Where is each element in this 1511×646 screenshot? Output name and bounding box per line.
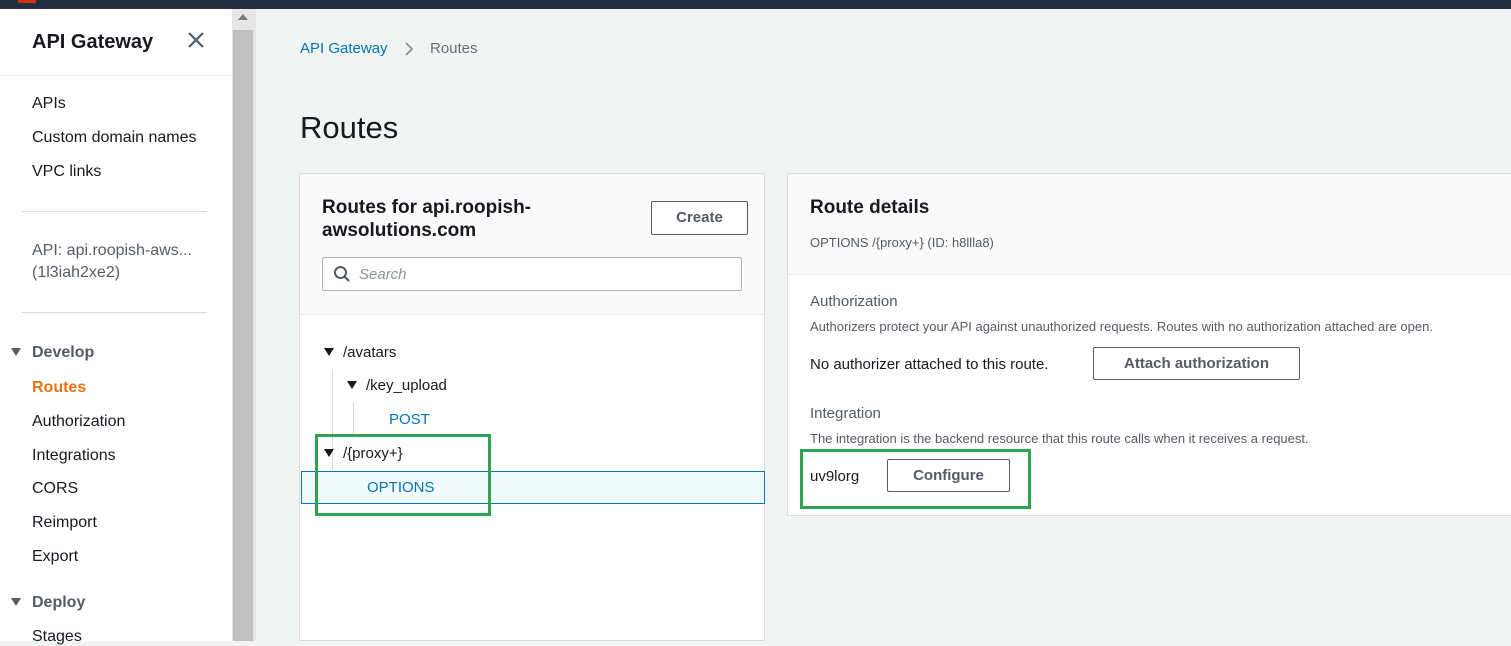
tree-method-options[interactable]: OPTIONS	[367, 479, 435, 496]
sidebar-item-integrations[interactable]: Integrations	[32, 447, 116, 465]
api-name: API: api.roopish-aws...	[32, 242, 193, 259]
route-details-header: Route details OPTIONS /{proxy+} (ID: h8l…	[788, 174, 1511, 275]
sidebar-divider	[22, 312, 207, 313]
api-id: (1l3iah2xe2)	[32, 264, 121, 281]
create-route-button[interactable]: Create	[651, 201, 748, 235]
authorization-status: No authorizer attached to this route.	[810, 356, 1049, 373]
routes-panel-title: Routes for api.roopish- awsolutions.com	[322, 196, 592, 242]
close-icon[interactable]	[185, 29, 207, 51]
routes-panel-header: Routes for api.roopish- awsolutions.com …	[300, 174, 764, 315]
sidebar-header: API Gateway	[0, 9, 232, 76]
sidebar-item-stages[interactable]: Stages	[32, 628, 82, 646]
tree-method-post[interactable]: POST	[389, 411, 430, 428]
caret-down-icon	[324, 449, 334, 458]
tree-node-label: /avatars	[343, 344, 397, 361]
scrollbar-thumb[interactable]	[233, 30, 253, 641]
caret-down-icon	[11, 347, 21, 356]
authorization-label: Authorization	[810, 293, 898, 310]
sidebar-item-export[interactable]: Export	[32, 548, 78, 566]
sidebar-item-cors[interactable]: CORS	[32, 480, 78, 498]
sidebar-item-routes[interactable]: Routes	[32, 379, 86, 397]
tree-node-label: /{proxy+}	[343, 445, 403, 462]
page-title: Routes	[300, 110, 399, 145]
sidebar-divider	[22, 211, 207, 212]
section-label: Develop	[32, 344, 95, 361]
configure-integration-button[interactable]: Configure	[887, 459, 1010, 492]
authorization-description: Authorizers protect your API against una…	[810, 319, 1433, 334]
tree-node-proxy[interactable]: /{proxy+}	[324, 445, 403, 462]
sidebar-api-selector[interactable]: API: api.roopish-aws... (1l3iah2xe2)	[32, 240, 192, 284]
caret-down-icon	[347, 381, 357, 390]
breadcrumb-current: Routes	[430, 40, 478, 57]
sidebar-item-vpc-links[interactable]: VPC links	[32, 163, 101, 181]
route-details-title: Route details	[810, 197, 930, 218]
integration-label: Integration	[810, 405, 881, 422]
sidebar-item-authorization[interactable]: Authorization	[32, 413, 125, 431]
route-details-subtitle: OPTIONS /{proxy+} (ID: h8llla8)	[810, 235, 994, 250]
search-icon	[334, 266, 350, 282]
aws-logo-icon[interactable]	[18, 0, 36, 3]
tree-node-label: /key_upload	[366, 377, 447, 394]
search-input[interactable]	[359, 264, 729, 284]
routes-panel: Routes for api.roopish- awsolutions.com …	[299, 173, 765, 641]
routes-title-line: awsolutions.com	[322, 220, 477, 241]
sidebar-item-apis[interactable]: APIs	[32, 95, 66, 113]
sidebar-title: API Gateway	[32, 31, 154, 53]
route-details-panel: Route details OPTIONS /{proxy+} (ID: h8l…	[787, 173, 1511, 516]
sidebar-section-deploy[interactable]: Deploy	[11, 594, 85, 612]
sidebar-item-custom-domain-names[interactable]: Custom domain names	[32, 129, 197, 147]
caret-down-icon	[324, 348, 334, 357]
attach-authorization-button[interactable]: Attach authorization	[1093, 347, 1300, 380]
chevron-right-icon	[405, 42, 414, 56]
sidebar-item-reimport[interactable]: Reimport	[32, 514, 97, 532]
scroll-up-arrow-icon[interactable]	[238, 14, 248, 20]
integration-id: uv9lorg	[810, 468, 860, 485]
console-top-bar	[0, 0, 1511, 9]
tree-guide-line	[353, 402, 354, 436]
tree-node-key-upload[interactable]: /key_upload	[347, 377, 447, 394]
tree-node-avatars[interactable]: /avatars	[324, 344, 396, 361]
sidebar: API Gateway APIs Custom domain names VPC…	[0, 9, 232, 645]
sidebar-section-develop[interactable]: Develop	[11, 344, 94, 362]
section-label: Deploy	[32, 594, 86, 611]
search-box[interactable]	[322, 257, 742, 291]
caret-down-icon	[11, 597, 21, 606]
integration-description: The integration is the backend resource …	[810, 431, 1309, 446]
routes-title-line: Routes for api.roopish-	[322, 197, 531, 218]
breadcrumb-api-gateway[interactable]: API Gateway	[300, 40, 388, 57]
